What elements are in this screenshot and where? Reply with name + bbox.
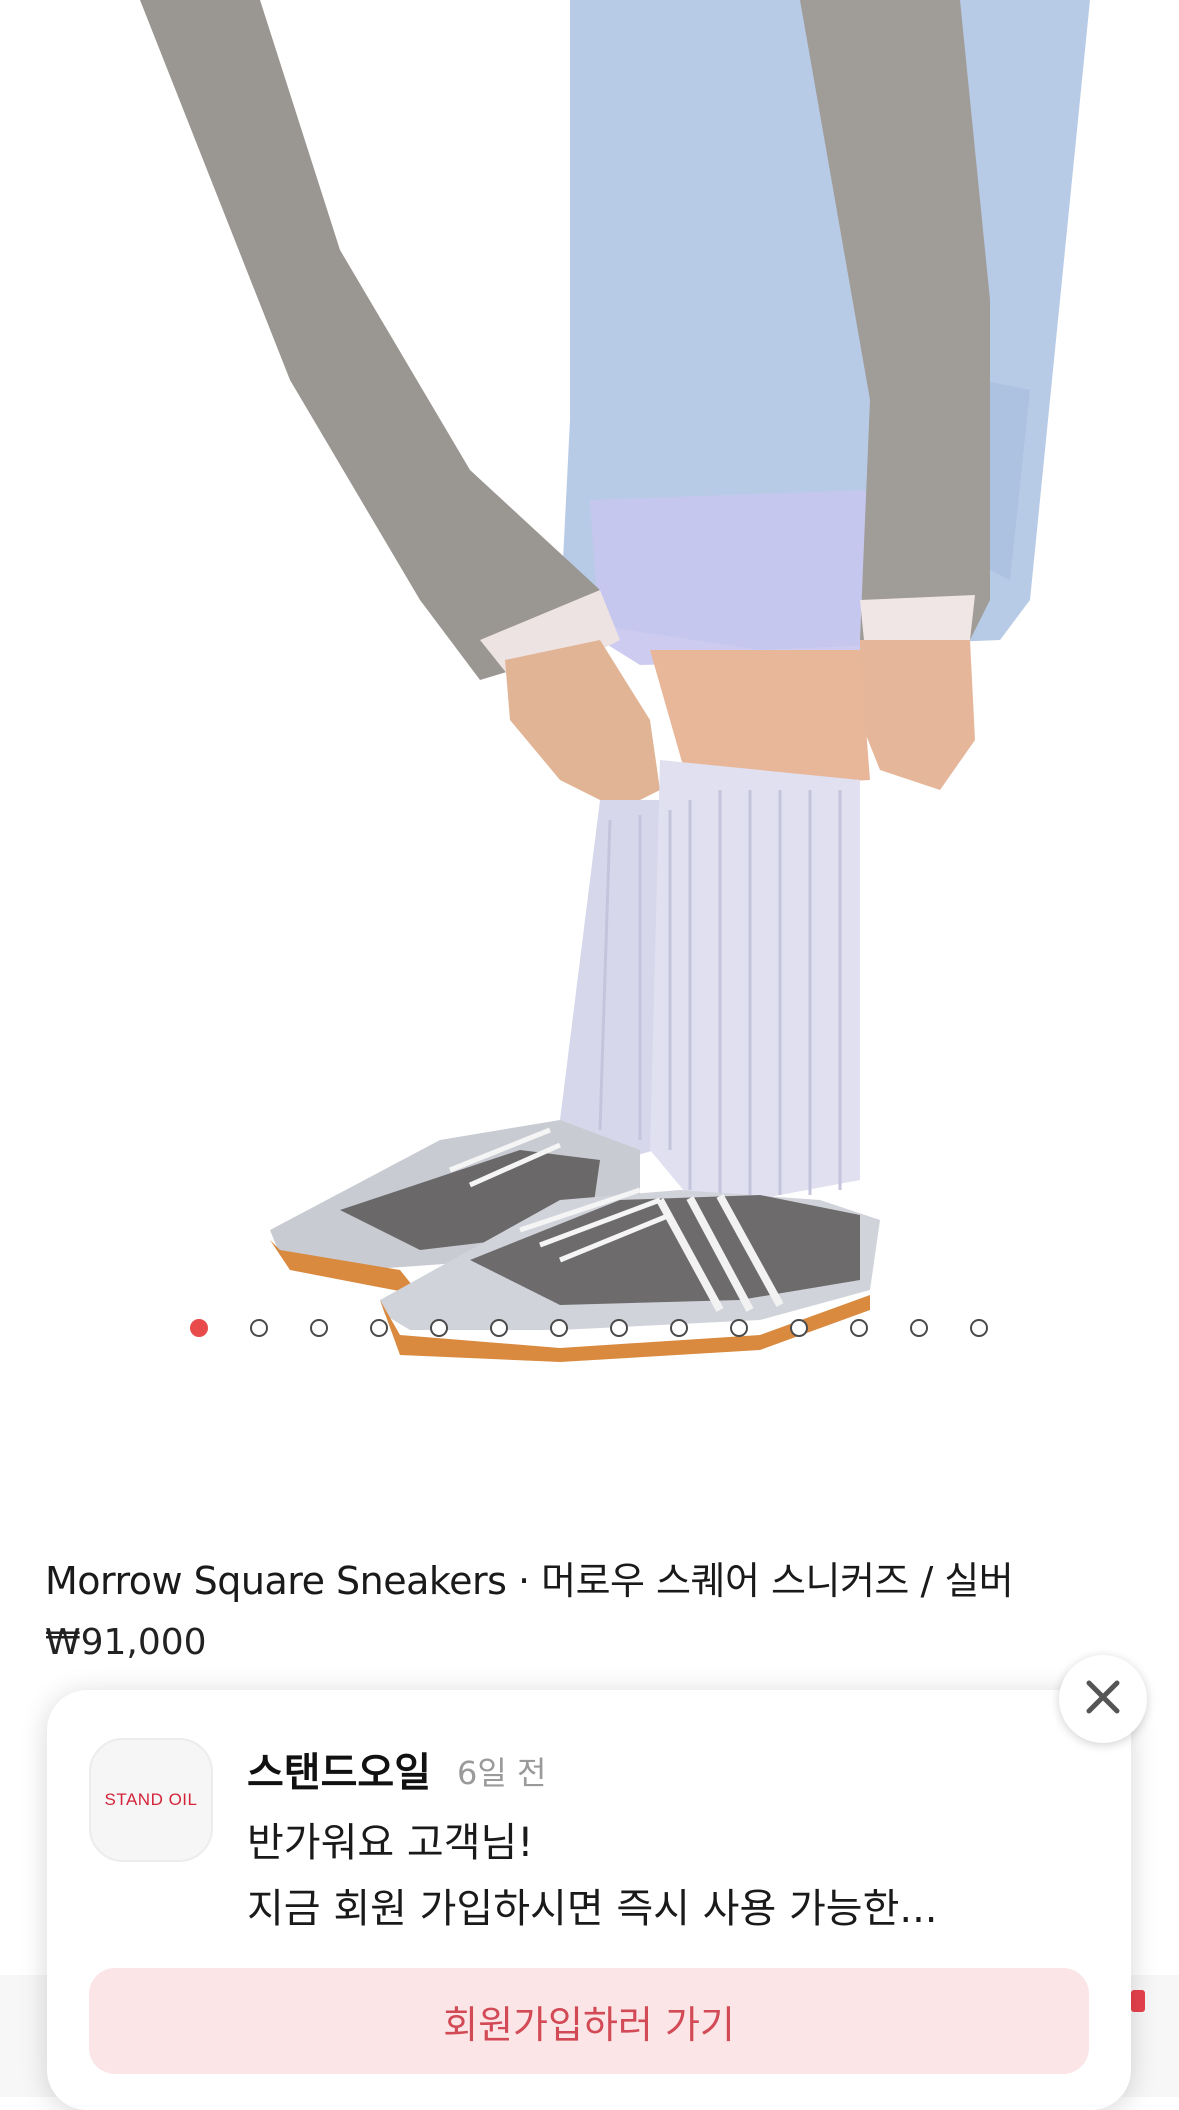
close-icon (1083, 1677, 1123, 1721)
popup-message-line2: 지금 회원 가입하시면 즉시 사용 가능한... (247, 1886, 938, 1932)
brand-logo: STAND OIL (89, 1738, 213, 1862)
carousel-dot[interactable] (310, 1319, 328, 1337)
popup-time: 6일 전 (457, 1754, 547, 1792)
carousel-dot[interactable] (610, 1319, 628, 1337)
carousel-dot[interactable] (970, 1319, 988, 1337)
signup-button[interactable]: 회원가입하러 가기 (89, 1968, 1089, 2074)
brand-logo-text: STAND OIL (104, 1790, 198, 1809)
product-price: ₩91,000 (45, 1622, 207, 1663)
carousel-dot[interactable] (910, 1319, 928, 1337)
carousel-dot[interactable] (430, 1319, 448, 1337)
carousel-dot[interactable] (790, 1319, 808, 1337)
product-title: Morrow Square Sneakers · 머로우 스퀘어 스니커즈 / … (45, 1559, 1014, 1603)
carousel-dot[interactable] (490, 1319, 508, 1337)
product-image[interactable] (0, 0, 1179, 1380)
carousel-dot[interactable] (190, 1319, 208, 1337)
signup-popup: STAND OIL 스탠드오일 6일 전 반가워요 고객님! 지금 회원 가입하… (47, 1690, 1131, 2110)
carousel-pagination (0, 1319, 1179, 1343)
bottom-accent (1131, 1990, 1145, 2012)
carousel-dot[interactable] (850, 1319, 868, 1337)
carousel-dot[interactable] (730, 1319, 748, 1337)
carousel-dot[interactable] (370, 1319, 388, 1337)
carousel-dot[interactable] (550, 1319, 568, 1337)
popup-message-line1: 반가워요 고객님! (247, 1820, 534, 1866)
popup-sender: 스탠드오일 (247, 1750, 431, 1796)
carousel-dot[interactable] (670, 1319, 688, 1337)
carousel-dot[interactable] (250, 1319, 268, 1337)
close-popup-button[interactable] (1059, 1655, 1147, 1743)
